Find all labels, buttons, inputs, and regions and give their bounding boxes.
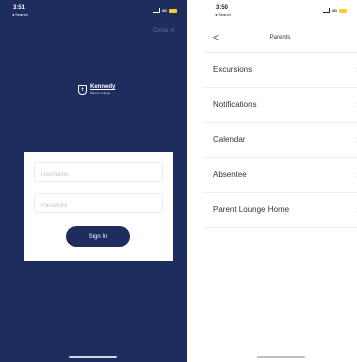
menu-item-label: Excursions <box>213 65 253 74</box>
close-button[interactable]: Close ✕ <box>153 27 175 34</box>
status-time: 3:51 <box>13 5 26 11</box>
crest-icon: ✝ <box>78 84 87 95</box>
home-indicator[interactable] <box>257 356 305 358</box>
password-input[interactable] <box>35 197 162 215</box>
sign-in-button[interactable]: Sign In <box>66 226 130 247</box>
signal-icon <box>152 8 160 13</box>
parents-screen: 3:50 ◂ Search 4G < Parents Excursions › … <box>203 0 357 362</box>
menu-item-excursions[interactable]: Excursions › <box>203 53 357 88</box>
status-indicators: 4G <box>322 8 347 13</box>
menu-item-label: Absentee <box>213 170 247 179</box>
network-label: 4G <box>161 8 167 13</box>
menu-item-label: Calendar <box>213 135 246 144</box>
back-to-app-link[interactable]: ◂ Search <box>12 12 28 17</box>
signal-icon <box>322 8 330 13</box>
password-field[interactable] <box>34 193 163 215</box>
logo-name: Kennedy <box>90 84 116 90</box>
home-indicator[interactable] <box>69 356 117 358</box>
battery-icon <box>169 8 177 13</box>
parents-menu: Excursions › Notifications › Calendar › … <box>203 53 357 228</box>
username-input[interactable] <box>35 166 162 184</box>
menu-item-parent-lounge-home[interactable]: Parent Lounge Home › <box>203 193 357 228</box>
status-time: 3:50 <box>216 5 229 11</box>
login-card: Sign In <box>24 152 173 261</box>
username-field[interactable] <box>34 162 163 184</box>
login-screen: 3:51 ◂ Search 4G Close ✕ ✝ Kennedy Bapti… <box>0 0 187 362</box>
battery-icon <box>339 8 347 13</box>
logo-subtitle: Baptist College <box>90 91 111 95</box>
page-title: Parents <box>269 35 291 41</box>
menu-item-notifications[interactable]: Notifications › <box>203 88 357 123</box>
menu-item-absentee[interactable]: Absentee › <box>203 158 357 193</box>
status-bar: 3:51 ◂ Search 4G <box>0 0 187 22</box>
status-bar: 3:50 ◂ Search 4G <box>203 0 357 22</box>
school-logo: ✝ Kennedy Baptist College <box>78 84 115 95</box>
menu-item-label: Parent Lounge Home <box>213 205 290 214</box>
network-label: 4G <box>331 8 337 13</box>
menu-item-label: Notifications <box>213 100 257 109</box>
status-indicators: 4G <box>152 8 177 13</box>
back-to-app-link[interactable]: ◂ Search <box>215 12 231 17</box>
menu-item-calendar[interactable]: Calendar › <box>203 123 357 158</box>
navigation-bar: < Parents <box>203 26 357 53</box>
